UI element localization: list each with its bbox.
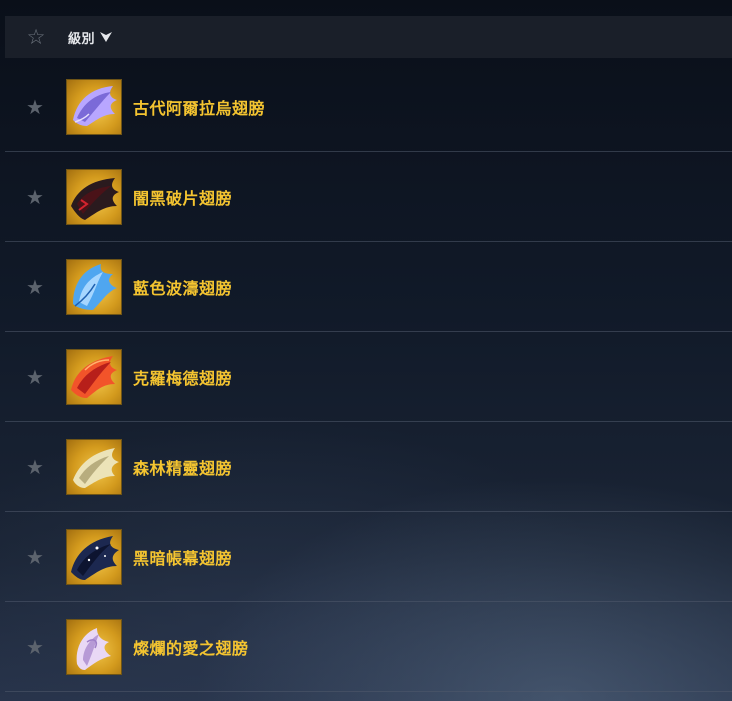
item-name[interactable]: 藍色波濤翅膀 [133,275,232,299]
item-list: ★ 古代阿爾拉烏翅膀 ★ 闇黑破片翅膀 ★ 藍色波濤翅膀 ★ 克羅梅德翅膀 ★ … [5,62,732,692]
list-item[interactable]: ★ 古代阿爾拉烏翅膀 [5,62,732,152]
list-item[interactable]: ★ 燦爛的愛之翅膀 [5,602,732,692]
list-item[interactable]: ★ 黑暗帳幕翅膀 [5,512,732,602]
item-name[interactable]: 燦爛的愛之翅膀 [133,635,249,659]
item-name[interactable]: 黑暗帳幕翅膀 [133,545,232,569]
dark-veil-wings-icon [66,528,122,585]
star-icon[interactable]: ★ [21,97,49,117]
item-name[interactable]: 古代阿爾拉烏翅膀 [133,95,265,119]
sort-by-level-button[interactable]: 級別 [68,28,113,47]
brilliant-love-wings-icon [66,618,122,675]
item-name[interactable]: 克羅梅德翅膀 [133,365,232,389]
list-header: ☆ 級別 [5,16,732,58]
caret-down-icon [100,32,113,42]
list-item[interactable]: ★ 闇黑破片翅膀 [5,152,732,242]
forest-elf-wings-icon [66,438,122,495]
star-icon[interactable]: ★ [21,457,49,477]
crimson-wings-icon [66,348,122,405]
dark-shard-wings-icon [66,168,122,225]
ancient-wings-icon [66,78,122,135]
star-icon[interactable]: ★ [21,367,49,387]
item-name[interactable]: 闇黑破片翅膀 [133,185,232,209]
list-item[interactable]: ★ 藍色波濤翅膀 [5,242,732,332]
item-name[interactable]: 森林精靈翅膀 [133,455,232,479]
sort-label: 級別 [68,31,96,47]
blue-wave-wings-icon [66,258,122,315]
star-icon[interactable]: ★ [21,187,49,207]
star-outline-icon[interactable]: ☆ [22,26,50,48]
star-icon[interactable]: ★ [21,547,49,567]
list-item[interactable]: ★ 森林精靈翅膀 [5,422,732,512]
star-icon[interactable]: ★ [21,277,49,297]
list-item[interactable]: ★ 克羅梅德翅膀 [5,332,732,422]
star-icon[interactable]: ★ [21,637,49,657]
